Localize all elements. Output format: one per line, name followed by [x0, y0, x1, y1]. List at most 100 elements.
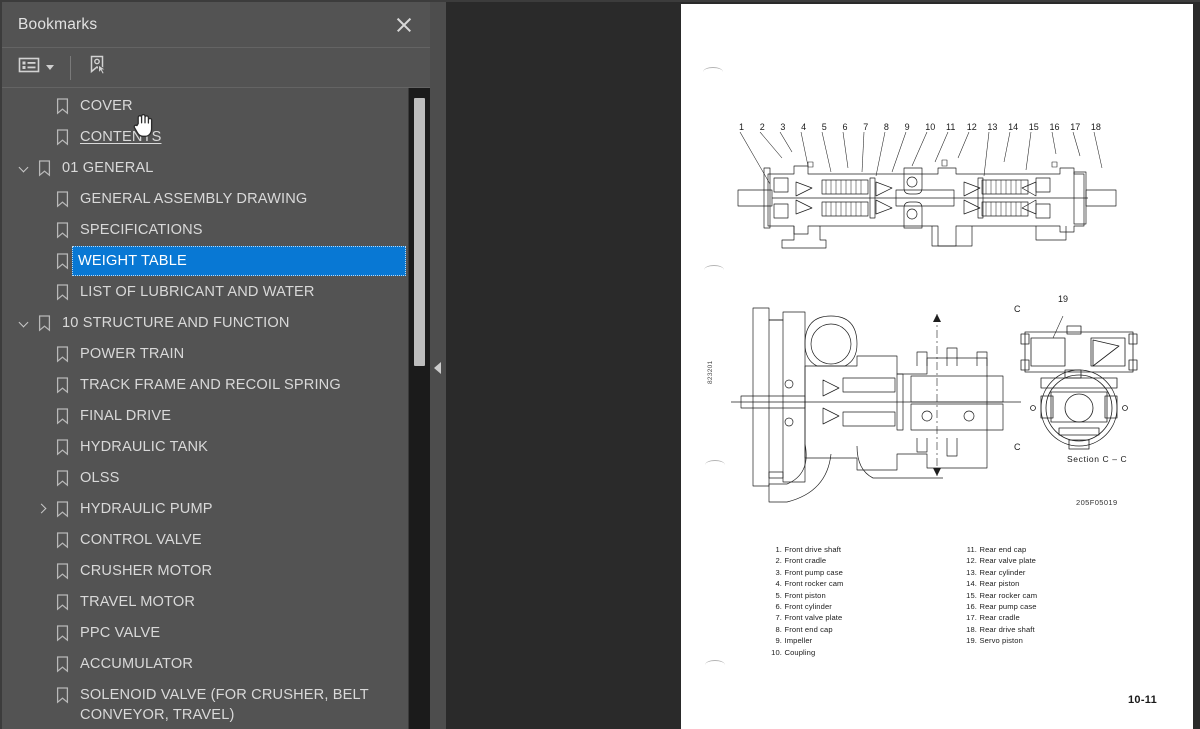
- bookmark-item[interactable]: GENERAL ASSEMBLY DRAWING: [2, 184, 430, 215]
- legend-row-text: Servo piston: [979, 636, 1023, 646]
- bookmark-item[interactable]: COVER: [2, 91, 430, 122]
- legend-row-text: Coupling: [784, 647, 816, 657]
- callout-number: 5: [821, 122, 827, 132]
- twisty-spacer: [30, 184, 52, 195]
- legend-row-number: 8.: [775, 624, 782, 634]
- legend-row: 19. Servo piston: [964, 635, 1037, 646]
- callout-number: 12: [966, 122, 977, 132]
- bookmark-item[interactable]: CONTROL VALVE: [2, 525, 430, 556]
- bookmark-item[interactable]: LIST OF LUBRICANT AND WATER: [2, 277, 430, 308]
- panel-divider[interactable]: [430, 0, 446, 729]
- legend-row: 9. Impeller: [769, 635, 844, 646]
- drawing-side-code: 823201: [707, 360, 714, 385]
- bookmark-item[interactable]: SOLENOID VALVE (FOR CRUSHER, BELT CONVEY…: [2, 680, 430, 729]
- bookmark-icon: [34, 308, 54, 332]
- twisty-spacer: [30, 463, 52, 474]
- legend-row-number: 13.: [966, 567, 977, 577]
- legend-row-number: 10.: [771, 647, 782, 657]
- legend-row-text: Front end cap: [784, 624, 833, 634]
- new-bookmark-button[interactable]: [83, 53, 113, 83]
- bookmark-item[interactable]: SPECIFICATIONS: [2, 215, 430, 246]
- legend-row: 15. Rear rocker cam: [964, 590, 1037, 601]
- bookmark-label: LIST OF LUBRICANT AND WATER: [80, 284, 315, 300]
- scan-artifact: [705, 660, 725, 665]
- collapse-left-triangle-icon[interactable]: [434, 362, 441, 374]
- bookmark-item[interactable]: CRUSHER MOTOR: [2, 556, 430, 587]
- bookmark-label: ACCUMULATOR: [80, 656, 194, 672]
- document-page: 1 2 3 4 5 6 7 8 9 10 11 12 13 14 15 16 17 18: [681, 4, 1194, 729]
- bookmark-icon: [52, 370, 72, 394]
- close-icon[interactable]: [392, 13, 416, 37]
- twisty-spacer: [30, 556, 52, 567]
- bookmarks-scroll-area: COVER CONTENTS 01 GENERAL GENERAL ASSEMBLY …: [2, 88, 430, 729]
- callout-number: 17: [1070, 122, 1081, 132]
- twisty-spacer: [30, 587, 52, 598]
- legend-row-text: Rear drive shaft: [979, 624, 1035, 634]
- chevron-down-icon[interactable]: [12, 308, 34, 328]
- twisty-spacer: [30, 649, 52, 660]
- bookmark-item[interactable]: POWER TRAIN: [2, 339, 430, 370]
- twisty-spacer: [30, 525, 52, 536]
- bookmark-item[interactable]: FINAL DRIVE: [2, 401, 430, 432]
- bookmark-item[interactable]: TRACK FRAME AND RECOIL SPRING: [2, 370, 430, 401]
- bookmark-item[interactable]: TRAVEL MOTOR: [2, 587, 430, 618]
- chevron-down-icon[interactable]: [12, 153, 34, 173]
- bookmark-item[interactable]: ACCUMULATOR: [2, 649, 430, 680]
- bookmark-item[interactable]: 01 GENERAL: [2, 153, 430, 184]
- bookmark-icon: [52, 215, 72, 239]
- bookmark-icon: [52, 401, 72, 425]
- legend-row-number: 15.: [966, 590, 977, 600]
- twisty-spacer: [30, 215, 52, 226]
- bookmark-label: HYDRAULIC PUMP: [80, 501, 213, 517]
- bookmark-item[interactable]: PPC VALVE: [2, 618, 430, 649]
- legend-row-number: 11.: [966, 545, 977, 554]
- parts-legend-right-column: 11. Rear end cap 12. Rear valve plate 13. Rea…: [964, 544, 1037, 647]
- bookmark-icon: [52, 339, 72, 363]
- bookmark-item[interactable]: CONTENTS: [2, 122, 430, 153]
- legend-row: 13. Rear cylinder: [964, 567, 1037, 578]
- bookmark-icon: [52, 277, 72, 301]
- twisty-spacer: [30, 432, 52, 443]
- legend-row-text: Rear cradle: [979, 613, 1020, 623]
- bookmark-icon: [52, 494, 72, 518]
- legend-row: 12. Rear valve plate: [964, 555, 1037, 566]
- bookmark-label: CRUSHER MOTOR: [80, 563, 213, 579]
- callout-number: 13: [987, 122, 998, 132]
- section-caption: Section C – C: [1067, 454, 1128, 464]
- legend-row-text: Front piston: [784, 590, 826, 600]
- legend-row-text: Rear piston: [979, 579, 1020, 589]
- bookmark-icon: [52, 618, 72, 642]
- parts-legend-left-column: 1. Front drive shaft 2. Front cradle 3. Front…: [769, 544, 844, 658]
- bookmark-icon: [52, 91, 72, 115]
- bookmarks-scrollbar[interactable]: [408, 88, 430, 729]
- bookmark-icon: [52, 649, 72, 673]
- callout-number: 16: [1049, 122, 1060, 132]
- callout-number: 6: [842, 122, 848, 132]
- bookmark-item[interactable]: WEIGHT TABLE: [2, 246, 430, 277]
- bookmark-item[interactable]: 10 STRUCTURE AND FUNCTION: [2, 308, 430, 339]
- bookmark-icon: [52, 463, 72, 487]
- bookmark-icon: [52, 184, 72, 208]
- bookmark-options-button[interactable]: [14, 53, 58, 83]
- legend-row: 8. Front end cap: [769, 624, 844, 635]
- document-viewer[interactable]: 1 2 3 4 5 6 7 8 9 10 11 12 13 14 15 16 17 18: [446, 0, 1200, 729]
- legend-row-number: 12.: [966, 556, 977, 566]
- bookmark-item[interactable]: HYDRAULIC PUMP: [2, 494, 430, 525]
- callout-number: 4: [801, 122, 807, 132]
- bookmarks-scrollbar-thumb[interactable]: [414, 98, 425, 366]
- chevron-right-icon[interactable]: [30, 494, 52, 514]
- bookmark-item[interactable]: OLSS: [2, 463, 430, 494]
- bookmark-icon: [52, 525, 72, 549]
- bookmark-icon: [52, 556, 72, 580]
- legend-row-number: 16.: [966, 602, 977, 612]
- bookmark-item[interactable]: HYDRAULIC TANK: [2, 432, 430, 463]
- panel-title: Bookmarks: [18, 15, 98, 33]
- legend-row-text: Front drive shaft: [784, 545, 842, 554]
- legend-row-number: 18.: [966, 624, 977, 634]
- bookmark-label: GENERAL ASSEMBLY DRAWING: [80, 191, 308, 207]
- bookmark-label: 10 STRUCTURE AND FUNCTION: [62, 315, 290, 331]
- legend-row: 4. Front rocker cam: [769, 578, 844, 589]
- legend-row-number: 9.: [775, 636, 782, 646]
- legend-row-text: Impeller: [784, 636, 813, 646]
- section-mark-c-top: C: [1014, 304, 1021, 314]
